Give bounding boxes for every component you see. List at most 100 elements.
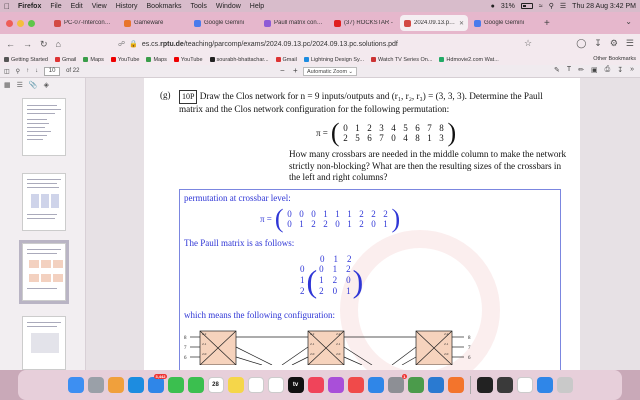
battery-icon[interactable]: [520, 3, 533, 9]
finder-icon[interactable]: [67, 377, 84, 393]
app-store-icon[interactable]: [367, 377, 384, 393]
bookmark-item[interactable]: Watch TV Series On...: [371, 57, 432, 63]
messages-icon[interactable]: [187, 377, 204, 393]
freeform-icon[interactable]: [267, 377, 284, 393]
menu-help[interactable]: Help: [250, 3, 264, 10]
other-bookmarks[interactable]: Other Bookmarks: [593, 56, 636, 62]
page-number-input[interactable]: 10: [44, 66, 61, 76]
next-page-icon[interactable]: ↓: [35, 68, 38, 74]
extensions-icon[interactable]: ⚙: [610, 38, 618, 49]
reminders-icon[interactable]: [247, 377, 264, 393]
minimize-window-button[interactable]: [17, 20, 24, 27]
calendar-icon[interactable]: 28: [207, 377, 224, 393]
search-icon[interactable]: ⚲: [549, 2, 554, 10]
page-thumbnail[interactable]: [22, 173, 66, 231]
bookmark-item[interactable]: sourabh-bhattachar...: [209, 57, 269, 63]
browser-tab[interactable]: (37) ROCKSTAR -: [330, 15, 398, 31]
bookmark-item[interactable]: Maps: [83, 57, 104, 63]
lock-icon[interactable]: 🔒: [129, 40, 138, 48]
settings-icon[interactable]: 1: [387, 374, 407, 393]
home-icon[interactable]: ⌂: [56, 39, 61, 49]
sidebar-toggle-icon[interactable]: ◫: [4, 68, 10, 75]
print-icon[interactable]: ⎙: [605, 66, 611, 74]
browser-tab[interactable]: 2024.09.13.pc.soluti✕: [400, 15, 468, 31]
zoom-window-button[interactable]: [28, 20, 35, 27]
page-thumbnail[interactable]: [22, 98, 66, 156]
control-center-icon[interactable]: ☰: [560, 2, 566, 10]
menu-file[interactable]: File: [50, 3, 61, 10]
activity-monitor-icon[interactable]: [496, 377, 513, 393]
browser-tab[interactable]: Google Gemini: [470, 15, 538, 31]
page-thumbnail[interactable]: [22, 316, 66, 370]
close-tab-icon[interactable]: ✕: [459, 20, 464, 27]
list-tabs-icon[interactable]: ⌄: [625, 17, 632, 26]
tv-icon[interactable]: tv: [287, 377, 304, 393]
browser-tab[interactable]: PC-07-Interconnect.k: [50, 15, 118, 31]
shield-icon[interactable]: ☍: [118, 40, 125, 48]
prev-page-icon[interactable]: ↑: [26, 68, 29, 74]
vscode-icon[interactable]: [427, 377, 444, 393]
bookmark-item[interactable]: Gmail: [55, 57, 76, 63]
menu-app-name[interactable]: Firefox: [18, 3, 41, 10]
safari-icon[interactable]: [127, 377, 144, 393]
page-thumbnail-selected[interactable]: [19, 240, 69, 304]
draw-icon[interactable]: ✏: [578, 66, 584, 74]
zoom-select[interactable]: Automatic Zoom ⌄: [303, 67, 357, 76]
browser-tab[interactable]: Google Gemini: [190, 15, 258, 31]
back-icon[interactable]: ←: [6, 39, 15, 49]
downloads-icon[interactable]: [536, 377, 553, 393]
highlight-icon[interactable]: ✎: [554, 66, 560, 74]
chrome-icon[interactable]: [407, 377, 424, 393]
outline-icon[interactable]: ☰: [17, 81, 23, 89]
mail-icon[interactable]: 3,442: [147, 374, 167, 393]
attachments-icon[interactable]: 📎: [29, 81, 38, 89]
find-icon[interactable]: ⚲: [16, 68, 20, 75]
menu-bookmarks[interactable]: Bookmarks: [147, 3, 182, 10]
url-bar[interactable]: ☍ 🔒 es.cs.rptu.de/teaching/parcomp/exams…: [118, 37, 538, 51]
launchpad-icon[interactable]: [87, 377, 104, 393]
battery-percent[interactable]: 31%: [501, 3, 515, 10]
bookmark-item[interactable]: Getting Started: [4, 57, 48, 63]
menu-history[interactable]: History: [116, 3, 138, 10]
terminal-icon[interactable]: [476, 377, 493, 393]
zoom-out-button[interactable]: −: [280, 66, 285, 75]
reload-icon[interactable]: ↻: [40, 39, 48, 50]
bookmark-item[interactable]: Lightning Design Sy...: [303, 57, 364, 63]
record-icon[interactable]: ●: [491, 3, 495, 10]
save-icon[interactable]: ↧: [617, 66, 623, 74]
pocket-icon[interactable]: ◯: [576, 38, 586, 49]
close-window-button[interactable]: [6, 20, 13, 27]
firefox-icon[interactable]: [447, 377, 464, 393]
music-icon[interactable]: [307, 377, 324, 393]
podcasts-icon[interactable]: [327, 377, 344, 393]
photos-icon[interactable]: [107, 377, 124, 393]
trash-icon[interactable]: [556, 377, 573, 393]
menu-view[interactable]: View: [92, 3, 107, 10]
news-icon[interactable]: [347, 377, 364, 393]
bookmark-star-icon[interactable]: ☆: [524, 38, 532, 49]
zoom-in-button[interactable]: +: [293, 66, 298, 75]
new-tab-button[interactable]: +: [544, 18, 550, 29]
facetime-icon[interactable]: [167, 377, 184, 393]
menu-window[interactable]: Window: [216, 3, 241, 10]
more-tools-icon[interactable]: »: [630, 66, 634, 74]
clock[interactable]: Thu 28 Aug 3:42 PM: [572, 3, 636, 10]
bookmark-item[interactable]: YouTube: [173, 57, 203, 63]
bookmark-item[interactable]: Maps: [146, 57, 167, 63]
thumbnails-icon[interactable]: ▦: [4, 81, 11, 89]
browser-tab[interactable]: Paull matrix construc: [260, 15, 328, 31]
app-menu-icon[interactable]: ☰: [626, 38, 634, 49]
downloads-icon[interactable]: ↧: [594, 38, 602, 49]
wifi-icon[interactable]: ≈: [539, 3, 543, 10]
menu-tools[interactable]: Tools: [191, 3, 207, 10]
layers-icon[interactable]: ◈: [44, 81, 49, 89]
apple-icon[interactable]: : [4, 2, 10, 11]
browser-tab[interactable]: Gameware: [120, 15, 188, 31]
text-icon[interactable]: T: [567, 66, 571, 74]
bookmark-item[interactable]: YouTube: [110, 57, 139, 63]
forward-icon[interactable]: →: [23, 39, 32, 49]
menu-edit[interactable]: Edit: [71, 3, 83, 10]
image-icon[interactable]: ▣: [591, 66, 598, 74]
bookmark-item[interactable]: Hdmovie2.com Wat...: [439, 57, 499, 63]
preview-icon[interactable]: [516, 377, 533, 393]
